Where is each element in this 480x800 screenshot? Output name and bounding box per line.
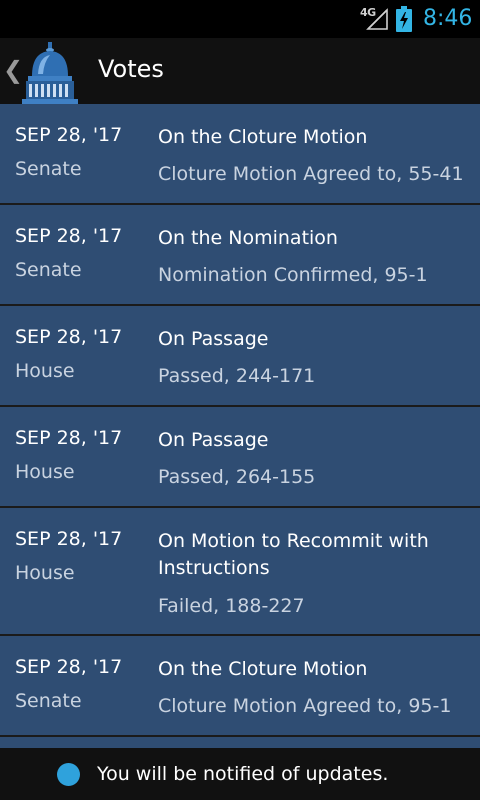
vote-result: Cloture Motion Agreed to, 95-1 [158,695,452,717]
action-bar: ❮ Votes [0,38,480,104]
vote-question: On Passage [158,429,269,451]
vote-chamber: House [15,461,75,483]
vote-date: SEP 28, '17 [15,656,123,678]
vote-list-item[interactable]: SEP 28, '17 House On Motion to Recommit … [0,508,480,634]
vote-result: Cloture Motion Agreed to, 55-41 [158,163,464,185]
notification-text: You will be notified of updates. [97,763,389,785]
vote-chamber: Senate [15,690,82,712]
vote-question: On Passage [158,328,269,350]
vote-date: SEP 28, '17 [15,225,123,247]
vote-chamber: House [15,360,75,382]
vote-date: SEP 28, '17 [15,528,123,550]
vote-list-item[interactable]: SEP 28, '17 House On Passage Passed, 244… [0,306,480,405]
vote-question: On Motion to Recommit with Instructions [158,530,429,579]
vote-question: On the Nomination [158,227,338,249]
status-bar: 4G 8:46 [0,0,480,38]
vote-list-item[interactable]: SEP 28, '17 Senate On the Nomination Nom… [0,205,480,304]
status-clock: 8:46 [423,6,473,31]
notification-bar: You will be notified of updates. [0,748,480,800]
notification-indicator-icon [57,763,80,786]
vote-list-item[interactable]: SEP 28, '17 Senate On the Cloture Motion… [0,636,480,735]
vote-question: On the Cloture Motion [158,658,368,680]
page-title: Votes [98,55,164,83]
capitol-dome-icon[interactable] [18,40,82,104]
vote-date: SEP 28, '17 [15,124,123,146]
vote-chamber: House [15,562,75,584]
battery-charging-icon [396,6,412,32]
vote-chamber: Senate [15,259,82,281]
vote-list-item[interactable] [0,737,480,748]
vote-list[interactable]: SEP 28, '17 Senate On the Cloture Motion… [0,104,480,748]
vote-date: SEP 28, '17 [15,427,123,449]
signal-strength-icon [366,8,388,30]
vote-list-item[interactable]: SEP 28, '17 Senate On the Cloture Motion… [0,104,480,203]
vote-chamber: Senate [15,158,82,180]
vote-result: Nomination Confirmed, 95-1 [158,264,428,286]
vote-date: SEP 28, '17 [15,326,123,348]
vote-result: Passed, 244-171 [158,365,316,387]
vote-question: On the Cloture Motion [158,126,368,148]
vote-list-item[interactable]: SEP 28, '17 House On Passage Passed, 264… [0,407,480,506]
vote-result: Failed, 188-227 [158,595,305,617]
vote-result: Passed, 264-155 [158,466,316,488]
